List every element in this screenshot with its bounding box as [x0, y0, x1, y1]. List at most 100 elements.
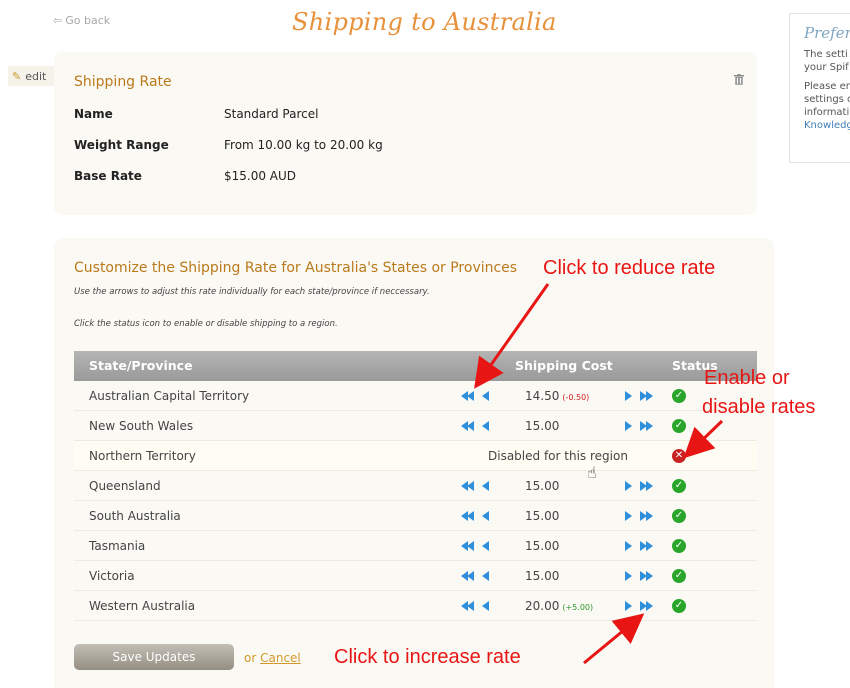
shipping-cost: 15.00 [525, 539, 559, 553]
single-left-arrow-icon[interactable] [482, 511, 489, 521]
double-left-arrow-icon[interactable] [461, 561, 475, 591]
table-row: Western Australia 20.00 (+5.00) ✓ [74, 591, 757, 621]
cost-value: 15.00 [525, 479, 560, 493]
region-name: Tasmania [89, 539, 146, 553]
shipping-cost: 15.00 [525, 569, 559, 583]
cost-value: 15.00 [525, 509, 560, 523]
trash-icon[interactable] [734, 74, 744, 88]
hand-pointer-icon: ☝ [587, 463, 597, 482]
help-text-arrows: Use the arrows to adjust this rate indiv… [74, 287, 430, 297]
double-left-arrow-icon[interactable] [461, 501, 475, 531]
double-right-arrow-part [646, 511, 653, 521]
rate-name-row: Name Standard Parcel [74, 107, 319, 121]
go-back-link[interactable]: ⇦ Go back [53, 14, 110, 27]
double-left-arrow-icon[interactable] [461, 411, 475, 441]
edit-button[interactable]: ✎ edit [8, 66, 54, 86]
customize-card: Customize the Shipping Rate for Australi… [54, 238, 774, 688]
check-icon[interactable]: ✓ [672, 479, 686, 493]
customize-title: Customize the Shipping Rate for Australi… [74, 260, 518, 276]
single-right-arrow-icon[interactable] [625, 511, 632, 521]
single-left-arrow-icon[interactable] [482, 421, 489, 431]
single-right-arrow-icon[interactable] [625, 601, 632, 611]
annotation-reduce: Click to reduce rate [543, 257, 716, 279]
double-right-arrow-icon[interactable] [640, 591, 654, 621]
preferences-panel: Prefer The setti your Spif Please en setti… [789, 13, 850, 163]
single-left-arrow-icon[interactable] [482, 541, 489, 551]
table-row: Northern Territory Disabled for this regi… [74, 441, 757, 471]
double-right-arrow-part [646, 541, 653, 551]
table-row: Queensland 15.00 ✓ [74, 471, 757, 501]
cancel-link[interactable]: Cancel [260, 651, 301, 665]
double-right-arrow-part [646, 571, 653, 581]
go-back-label: Go back [65, 14, 111, 27]
table-row: Victoria 15.00 ✓ [74, 561, 757, 591]
x-icon[interactable]: ✕ [672, 449, 686, 463]
knowledge-base-link[interactable]: Knowledg [804, 120, 850, 131]
check-icon[interactable]: ✓ [672, 569, 686, 583]
single-right-arrow-icon[interactable] [625, 391, 632, 401]
double-right-arrow-icon[interactable] [640, 531, 654, 561]
single-right-arrow-icon[interactable] [625, 421, 632, 431]
shipping-cost: 15.00 [525, 419, 559, 433]
region-name: South Australia [89, 509, 181, 523]
double-left-arrow-part [467, 511, 474, 521]
shipping-cost: 14.50 (-0.50) [525, 389, 589, 403]
cost-value: 15.00 [525, 419, 560, 433]
double-right-arrow-icon[interactable] [640, 381, 654, 411]
cost-value: 14.50 [525, 389, 560, 403]
double-left-arrow-part [467, 481, 474, 491]
table-header: State/Province Shipping Cost Status [74, 351, 757, 381]
double-right-arrow-icon[interactable] [640, 471, 654, 501]
edit-label: edit [25, 69, 47, 83]
double-left-arrow-icon[interactable] [461, 591, 475, 621]
table-row: New South Wales 15.00 ✓ [74, 411, 757, 441]
double-left-arrow-part [467, 601, 474, 611]
header-cost: Shipping Cost [515, 358, 613, 373]
double-right-arrow-icon[interactable] [640, 411, 654, 441]
cost-value: 15.00 [525, 569, 560, 583]
annotation-enable-1: Enable or [704, 367, 790, 389]
single-left-arrow-icon[interactable] [482, 601, 489, 611]
single-left-arrow-icon[interactable] [482, 571, 489, 581]
double-right-arrow-icon[interactable] [640, 561, 654, 591]
single-right-arrow-icon[interactable] [625, 541, 632, 551]
rate-weight-row: Weight Range From 10.00 kg to 20.00 kg [74, 138, 383, 152]
help-text-status: Click the status icon to enable or disab… [74, 319, 338, 329]
table-row: Tasmania 15.00 ✓ [74, 531, 757, 561]
double-left-arrow-icon[interactable] [461, 471, 475, 501]
disabled-text: Disabled for this region [488, 449, 628, 463]
cost-delta: (-0.50) [562, 393, 590, 402]
double-right-arrow-icon[interactable] [640, 501, 654, 531]
double-left-arrow-icon[interactable] [461, 531, 475, 561]
cost-value: 15.00 [525, 539, 560, 553]
double-left-arrow-icon[interactable] [461, 381, 475, 411]
single-left-arrow-icon[interactable] [482, 481, 489, 491]
cost-delta: (+5.00) [562, 603, 594, 612]
shipping-cost: 20.00 (+5.00) [525, 599, 593, 613]
double-right-arrow-part [646, 481, 653, 491]
page-title: Shipping to Australia [292, 8, 557, 36]
single-right-arrow-icon[interactable] [625, 571, 632, 581]
annotation-enable-2: disable rates [702, 396, 816, 418]
double-right-arrow-part [646, 421, 653, 431]
region-name: New South Wales [89, 419, 194, 433]
cost-value: 20.00 [525, 599, 560, 613]
single-right-arrow-icon[interactable] [625, 481, 632, 491]
header-region: State/Province [89, 358, 193, 373]
double-right-arrow-part [646, 391, 653, 401]
region-name: Victoria [89, 569, 135, 583]
shipping-rate-title: Shipping Rate [74, 74, 172, 90]
shipping-cost: 15.00 [525, 509, 559, 523]
pencil-icon: ✎ [12, 69, 22, 83]
save-updates-button[interactable]: Save Updates [74, 644, 234, 670]
check-icon[interactable]: ✓ [672, 509, 686, 523]
check-icon[interactable]: ✓ [672, 539, 686, 553]
region-name: Australian Capital Territory [89, 389, 250, 403]
single-left-arrow-icon[interactable] [482, 391, 489, 401]
check-icon[interactable]: ✓ [672, 419, 686, 433]
check-icon[interactable]: ✓ [672, 599, 686, 613]
check-icon[interactable]: ✓ [672, 389, 686, 403]
preferences-title: Prefer [804, 24, 850, 42]
double-left-arrow-part [467, 391, 474, 401]
region-name: Western Australia [89, 599, 196, 613]
